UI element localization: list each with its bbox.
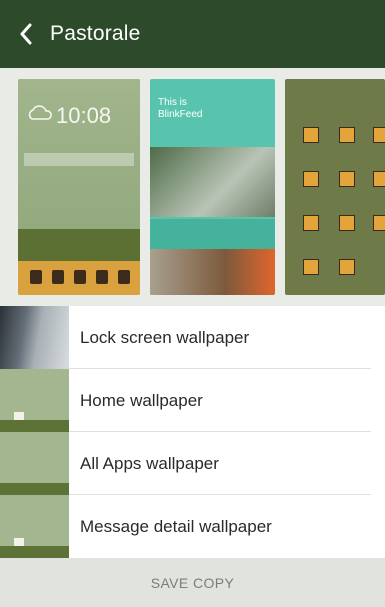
chevron-left-icon xyxy=(20,23,32,45)
dock-app-icon xyxy=(118,270,130,284)
theme-preview-strip[interactable]: 10:08 This is BlinkFeed xyxy=(0,68,385,306)
blinkfeed-heading: This is BlinkFeed xyxy=(158,97,202,121)
app-grid-icon xyxy=(339,127,355,143)
list-item-home-wallpaper[interactable]: Home wallpaper xyxy=(0,369,385,432)
blinkfeed-preview[interactable]: This is BlinkFeed xyxy=(150,79,275,295)
bottom-action-bar: SAVE COPY xyxy=(0,558,385,607)
wallpaper-thumbnail xyxy=(0,495,69,558)
app-grid-icon xyxy=(339,171,355,187)
blinkfeed-heading-line1: This is xyxy=(158,97,187,108)
list-item-lock-screen-wallpaper[interactable]: Lock screen wallpaper xyxy=(0,306,385,369)
dock-app-icon xyxy=(30,270,42,284)
lock-clock: 10:08 xyxy=(56,103,112,128)
app-grid-icon xyxy=(373,215,385,231)
feed-photo-city xyxy=(150,147,275,217)
app-grid-icon xyxy=(303,127,319,143)
lock-screen-preview[interactable]: 10:08 xyxy=(18,79,140,295)
wallpaper-thumbnail xyxy=(0,432,69,495)
app-grid-icon xyxy=(303,259,319,275)
app-grid-icon xyxy=(339,259,355,275)
wallpaper-thumbnail xyxy=(0,306,69,369)
list-item-all-apps-wallpaper[interactable]: All Apps wallpaper xyxy=(0,432,385,495)
app-grid-icon xyxy=(303,215,319,231)
list-item-label: Home wallpaper xyxy=(80,390,203,410)
preview-hill xyxy=(18,229,140,261)
list-item-label: Message detail wallpaper xyxy=(80,516,272,536)
dock-app-icon xyxy=(96,270,108,284)
save-copy-button[interactable]: SAVE COPY xyxy=(151,575,234,591)
list-item-message-detail-wallpaper[interactable]: Message detail wallpaper xyxy=(0,495,385,558)
app-bar: Pastorale xyxy=(0,0,385,68)
all-apps-preview[interactable] xyxy=(285,79,385,295)
cloud-icon xyxy=(28,105,52,120)
back-button[interactable] xyxy=(6,0,46,68)
wallpaper-thumbnail xyxy=(0,369,69,432)
feed-card xyxy=(150,219,275,249)
app-grid-icon xyxy=(373,127,385,143)
list-item-label: All Apps wallpaper xyxy=(80,453,219,473)
app-grid-icon xyxy=(303,171,319,187)
page-title: Pastorale xyxy=(50,22,141,45)
feed-photo-people xyxy=(150,249,275,295)
list-item-label: Lock screen wallpaper xyxy=(80,327,250,347)
wallpaper-list: Lock screen wallpaper Home wallpaper All… xyxy=(0,306,385,558)
blinkfeed-heading-line2: BlinkFeed xyxy=(158,109,203,120)
dock-app-icon xyxy=(52,270,64,284)
app-grid-icon xyxy=(339,215,355,231)
app-grid-icon xyxy=(373,171,385,187)
preview-search-bar xyxy=(24,153,134,166)
dock-app-icon xyxy=(74,270,86,284)
